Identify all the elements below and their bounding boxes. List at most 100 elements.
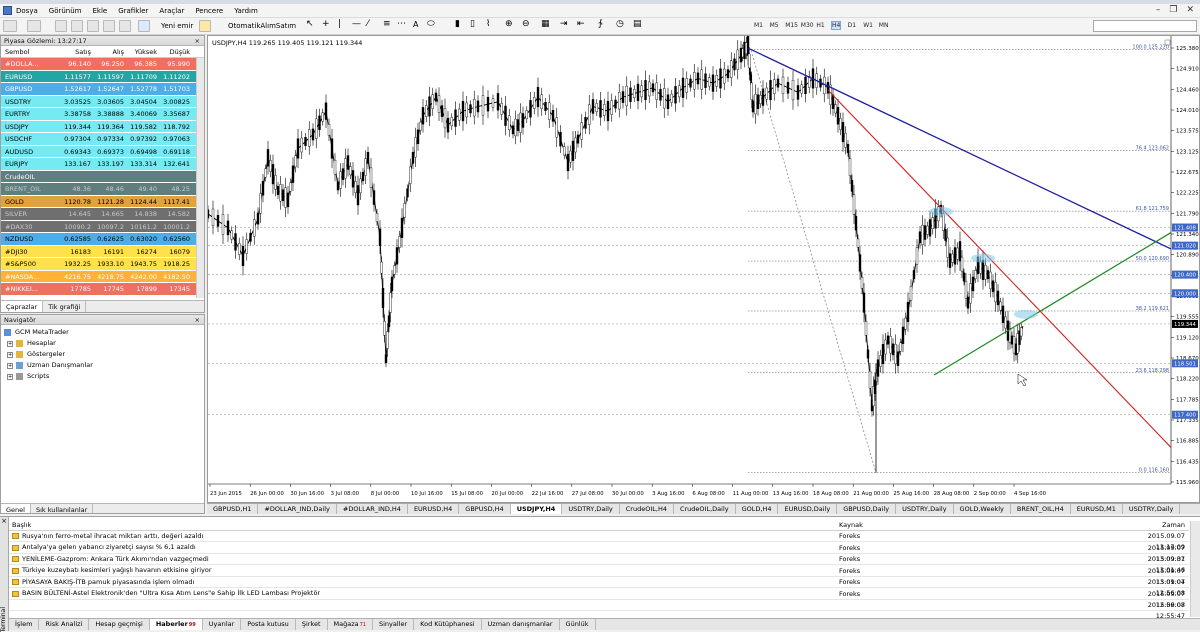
close-icon[interactable]: ×: [0, 517, 8, 525]
cursor-icon[interactable]: ↖: [306, 19, 314, 29]
tab-tik-grafi-i[interactable]: Tik grafiği: [43, 301, 87, 312]
news-row[interactable]: YENİLEME-Gazprom: Ankara Türk Akımı'ndan…: [9, 554, 1189, 574]
chart-tab-usdtry-daily[interactable]: USDTRY,Daily: [1123, 504, 1181, 514]
column-header-sembol[interactable]: Sembol: [1, 46, 61, 57]
news-column-kaynak[interactable]: Kaynak: [837, 520, 1127, 530]
chart-tab-gold-h4[interactable]: GOLD,H4: [736, 504, 779, 514]
timeframe-w1[interactable]: W1: [863, 22, 873, 29]
tile-windows-icon[interactable]: ▦: [541, 19, 550, 29]
chart-tab-usdjpy-h4[interactable]: USDJPY,H4: [510, 504, 563, 514]
terminal-tab-irket[interactable]: Şirket: [296, 619, 328, 630]
app-icon[interactable]: [3, 6, 12, 15]
navigator-item-uzman-dan-manlar[interactable]: + Uzman Danışmanlar: [1, 360, 204, 371]
channel-icon[interactable]: ≡: [383, 19, 391, 29]
timeframe-m5[interactable]: M5: [770, 22, 779, 29]
chart-tab-eurusd-h4[interactable]: EURUSD,H4: [408, 504, 460, 514]
market-row[interactable]: USDCHF 0.97304 0.97334 0.97392 0.97063: [1, 133, 196, 146]
menu-item-0[interactable]: Dosya: [16, 7, 38, 15]
trendline-blue[interactable]: [747, 47, 1172, 250]
market-row[interactable]: #NASDA... 4216.75 4218.75 4242.00 4182.50: [1, 270, 196, 283]
chart-canvas[interactable]: USDJPY,H4 119.265 119.405 119.121 119.34…: [208, 36, 1199, 502]
terminal-tab-posta-kutusu[interactable]: Posta kutusu: [241, 619, 296, 630]
terminal-tab-hesap-ge-mi-i[interactable]: Hesap geçmişi: [89, 619, 150, 630]
chart-tab-eurusd-m1[interactable]: EURUSD,M1: [1071, 504, 1123, 514]
data-window-icon[interactable]: [71, 20, 83, 32]
chart-window[interactable]: USDJPY,H4 119.265 119.405 119.121 119.34…: [207, 35, 1200, 503]
chart-shift-icon[interactable]: ⇤: [577, 19, 585, 29]
market-row[interactable]: #DJI30 16183 16191 16274 16079: [1, 245, 196, 258]
tab-genel[interactable]: Genel: [1, 504, 31, 514]
chart-tab-usdtry-daily[interactable]: USDTRY,Daily: [896, 504, 954, 514]
timeframe-mn[interactable]: MN: [879, 22, 889, 29]
news-column-ba-l-k[interactable]: Başlık: [9, 520, 837, 530]
market-row[interactable]: #NIKKEI... 17785 17745 17899 17345: [1, 283, 196, 296]
terminal-tab-uzman-dan-manlar[interactable]: Uzman danışmanlar: [482, 619, 560, 630]
period-icon[interactable]: ◷: [616, 19, 624, 29]
timeframe-m30[interactable]: M30: [801, 22, 814, 29]
column-header-al[interactable]: Alış: [94, 46, 127, 57]
tab-s-k-kullan-lanlar[interactable]: Sık kullanılanlar: [31, 504, 94, 514]
market-watch-icon[interactable]: [55, 20, 67, 32]
expand-icon[interactable]: +: [7, 362, 13, 369]
terminal-tab-i-lem[interactable]: İşlem: [9, 619, 40, 630]
chart-tab-brent-oil-h4[interactable]: BRENT_OIL,H4: [1011, 504, 1071, 514]
navigator-item-scripts[interactable]: + Scripts: [1, 371, 204, 382]
indicators-icon[interactable]: ∱: [598, 19, 603, 29]
vertical-line-icon[interactable]: |: [338, 19, 341, 29]
market-watch-scrollbar[interactable]: [196, 58, 204, 298]
market-row[interactable]: BRENT_OIL 48.36 48.46 49.40 48.25: [1, 183, 196, 196]
restore-icon[interactable]: ❐: [1169, 5, 1177, 15]
chart-tab-eurusd-daily[interactable]: EURUSD,Daily: [778, 504, 838, 514]
menu-item-3[interactable]: Grafikler: [118, 7, 148, 15]
terminal-tab-risk-analizi[interactable]: Risk Analizi: [39, 619, 90, 630]
chart-tab-gbpusd-h4[interactable]: GBPUSD,H4: [459, 504, 511, 514]
navigator-item-gcm-metatrader[interactable]: GCM MetaTrader: [1, 327, 204, 338]
close-icon[interactable]: ×: [195, 36, 200, 46]
news-row[interactable]: 2015.09.07 12:55:47: [9, 600, 1189, 620]
chart-tab-crudeoil-h4[interactable]: CrudeOIL,H4: [620, 504, 674, 514]
auto-trading-icon[interactable]: [199, 20, 211, 32]
market-row[interactable]: GOLD 1120.78 1121.28 1124.44 1117.41: [1, 195, 196, 208]
column-header-d-k[interactable]: Düşük: [160, 46, 193, 57]
new-order-icon[interactable]: [138, 20, 150, 32]
news-row[interactable]: PİYASAYA BAKIŞ-İTB pamuk piyasasında işl…: [9, 577, 1189, 597]
highlight-ellipse[interactable]: [929, 207, 953, 217]
crosshair-icon[interactable]: +: [322, 19, 330, 29]
text-tool-icon[interactable]: A: [413, 20, 418, 29]
terminal-tab-ma-aza[interactable]: Mağaza71: [328, 619, 373, 630]
price-axis[interactable]: [1171, 36, 1199, 502]
menu-item-2[interactable]: Ekle: [92, 7, 107, 15]
trendline-green[interactable]: [933, 232, 1172, 376]
terminal-tab-sinyaller[interactable]: Sinyaller: [373, 619, 415, 630]
timeframe-d1[interactable]: D1: [848, 22, 856, 29]
terminal-tab-g-nl-k[interactable]: Günlük: [560, 619, 596, 630]
navigator-item-hesaplar[interactable]: + Hesaplar: [1, 338, 204, 349]
expand-icon[interactable]: +: [7, 373, 13, 380]
news-row[interactable]: Rusya'nın ferro-metal ihracat miktarı ar…: [9, 531, 1189, 551]
new-order-button[interactable]: Yeni emir: [161, 22, 193, 30]
expand-icon[interactable]: +: [7, 351, 13, 358]
zoom-out-icon[interactable]: ⊖: [522, 19, 530, 29]
news-row[interactable]: BASIN BÜLTENİ-Astel Elektronik'den "Ultr…: [9, 589, 1189, 609]
zoom-in-icon[interactable]: ⊕: [505, 19, 513, 29]
chart-tab-usdtry-daily[interactable]: USDTRY,Daily: [562, 504, 620, 514]
market-row[interactable]: USDJPY 119.344 119.364 119.582 118.792: [1, 120, 196, 133]
market-row[interactable]: EURTRY 3.38758 3.38888 3.40069 3.35687: [1, 108, 196, 121]
minimize-icon[interactable]: –: [1156, 5, 1161, 15]
terminal-tab-uyar-lar[interactable]: Uyarılar: [203, 619, 242, 630]
market-row[interactable]: #DOLLA... 96.140 96.250 96.385 95.990: [1, 58, 196, 71]
fibonacci-icon[interactable]: ⋯: [397, 19, 406, 29]
chart-candle-icon[interactable]: ▯: [470, 19, 475, 29]
chart-tab-crudeoil-daily[interactable]: CrudeOIL,Daily: [674, 504, 736, 514]
news-row[interactable]: Türkiye kuzeybatı kesimleri yağışlı hava…: [9, 566, 1189, 586]
strategy-tester-icon[interactable]: [119, 20, 131, 32]
market-row[interactable]: EURUSD 1.11577 1.11597 1.11709 1.11202: [1, 70, 196, 83]
navigator-item-g-stergeler[interactable]: + Göstergeler: [1, 349, 204, 360]
close-icon[interactable]: ×: [195, 315, 200, 325]
news-row[interactable]: Antalya'ya gelen yabancı ziyaretçi sayıs…: [9, 543, 1189, 563]
market-row[interactable]: SILVER 14.645 14.665 14.838 14.582: [1, 208, 196, 221]
terminal-tab-haberler[interactable]: Haberler99: [149, 619, 203, 630]
new-chart-icon[interactable]: [3, 20, 17, 32]
templates-icon[interactable]: ▤: [633, 19, 642, 29]
trendline-icon[interactable]: ⁄: [367, 19, 369, 29]
